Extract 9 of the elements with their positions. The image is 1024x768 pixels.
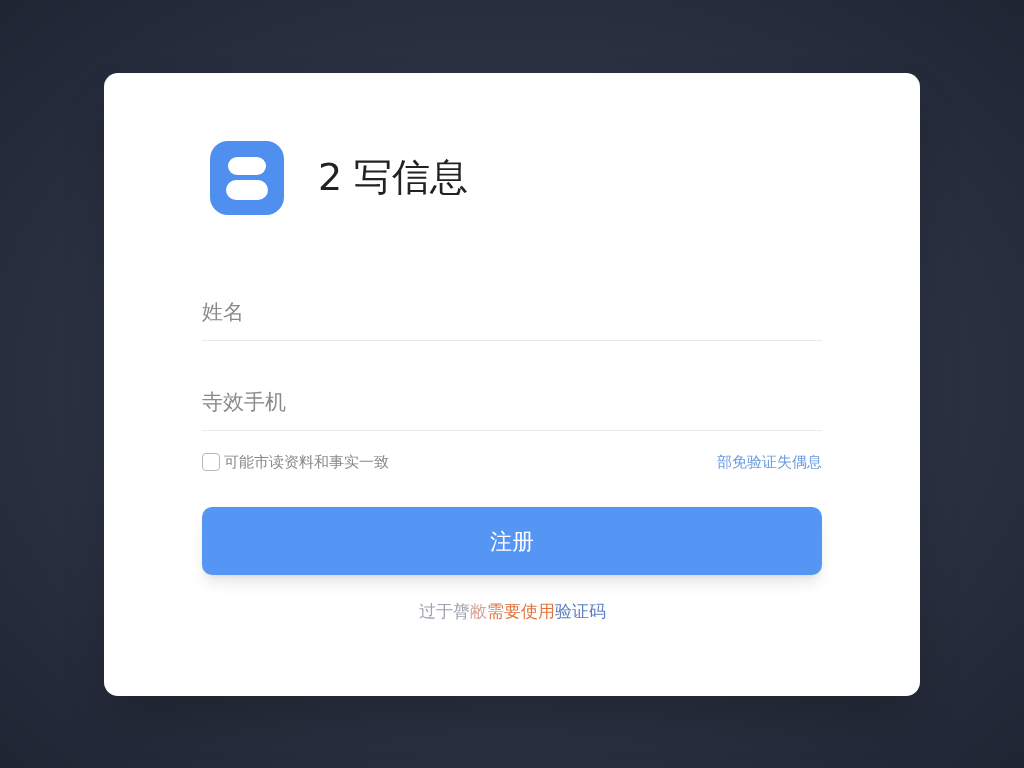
page-title: 2 写信息 [318,154,469,201]
agreement-label: 可能市读资料和事实一致 [224,451,389,473]
input-field[interactable]: 姓名 [202,284,822,341]
checkbox[interactable] [202,452,220,471]
footer-note: 过于膂敝需要使用验证码 [417,600,607,623]
app-logo-icon [210,140,284,215]
register-button[interactable]: 注册 [202,507,822,575]
input-field[interactable]: 寺效手机 [202,374,822,431]
help-link[interactable]: 部免验证失偶息 [717,450,822,473]
